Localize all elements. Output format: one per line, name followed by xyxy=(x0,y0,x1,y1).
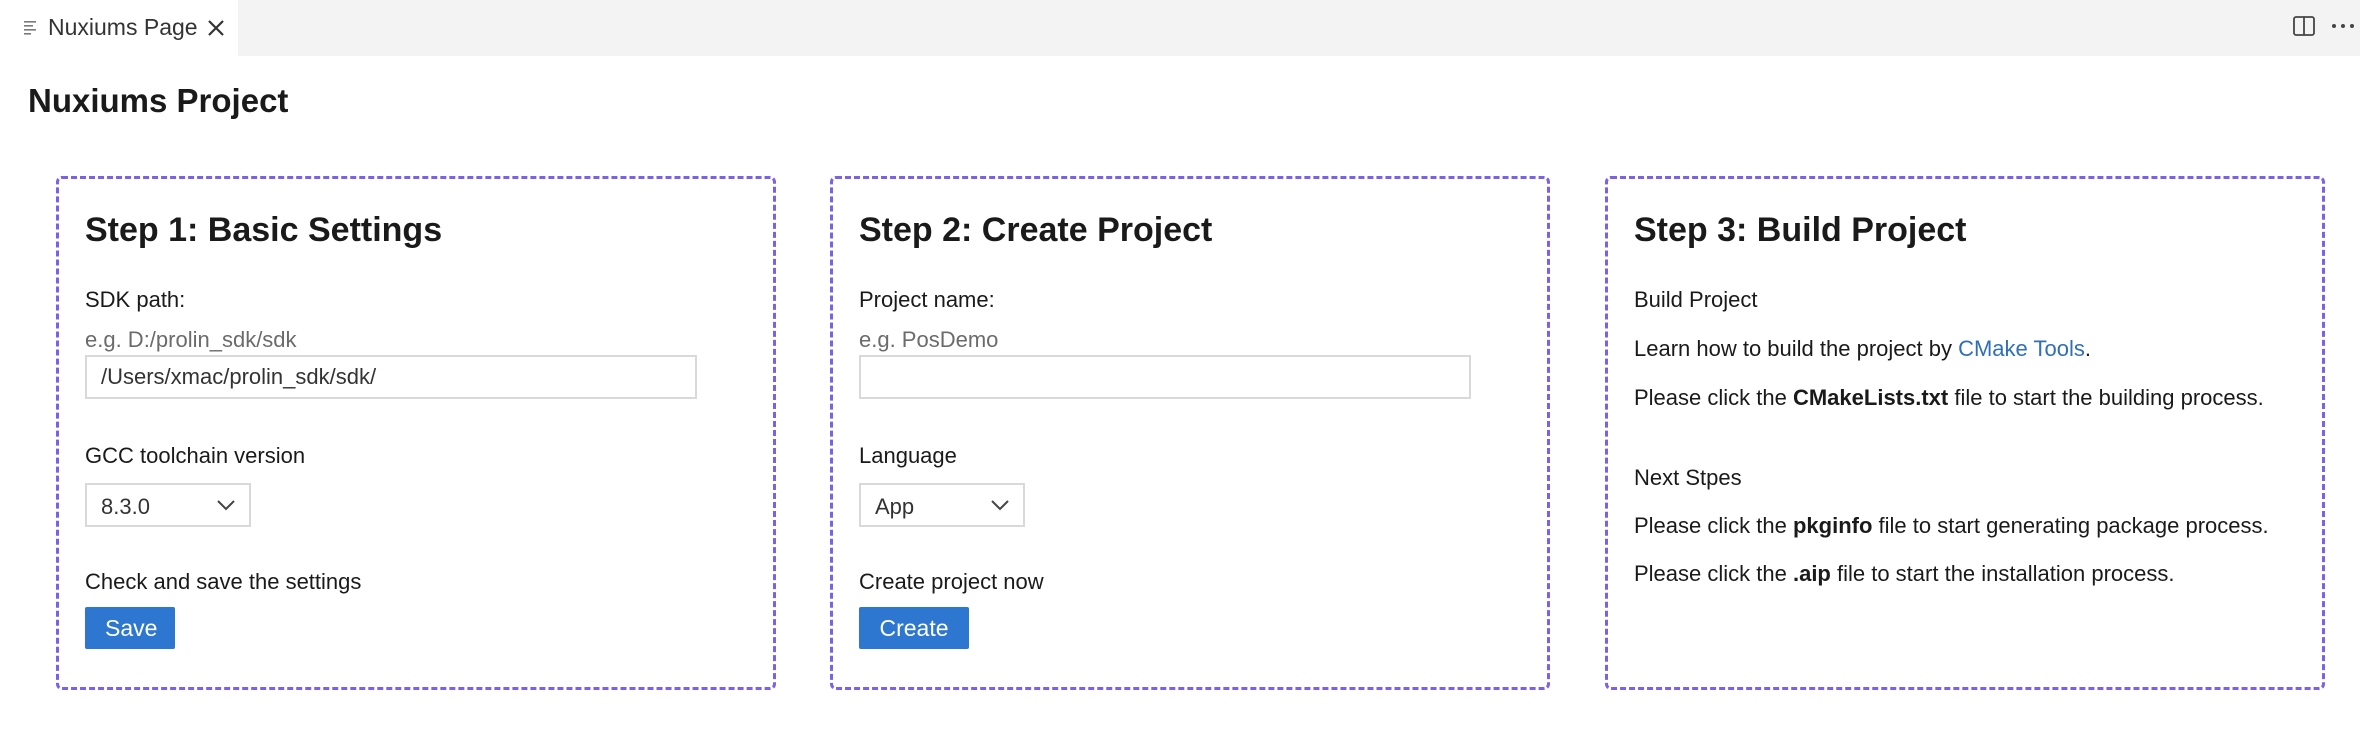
pkg-suffix: file to start generating package process… xyxy=(1872,513,2269,538)
learn-build-text: Learn how to build the project by CMake … xyxy=(1634,336,2091,362)
more-actions-icon[interactable] xyxy=(2330,14,2356,38)
chevron-down-icon xyxy=(217,500,235,511)
gcc-version-value: 8.3.0 xyxy=(101,494,150,519)
step2-heading: Step 2: Create Project xyxy=(859,211,1213,249)
sdk-path-label: SDK path: xyxy=(85,287,186,312)
cmake-suffix: file to start the building process. xyxy=(1948,385,2264,410)
build-project-title: Build Project xyxy=(1634,287,1758,312)
create-button[interactable]: Create xyxy=(859,607,969,649)
language-label: Language xyxy=(859,443,957,468)
language-value: App xyxy=(875,494,915,519)
close-icon[interactable] xyxy=(204,16,228,40)
project-name-hint: e.g. PosDemo xyxy=(859,327,999,352)
save-button[interactable]: Save xyxy=(85,607,175,649)
pkg-prefix: Please click the xyxy=(1634,513,1793,538)
step3-card: Step 3: Build Project Build Project Lear… xyxy=(1605,176,2325,690)
cmake-instruction: Please click the CMakeLists.txt file to … xyxy=(1634,385,2264,411)
aip-prefix: Please click the xyxy=(1634,561,1793,586)
step1-card: Step 1: Basic Settings SDK path: e.g. D:… xyxy=(56,176,776,690)
aip-file-name: .aip xyxy=(1792,561,1831,586)
chevron-down-icon xyxy=(991,500,1009,511)
tab-title: Nuxiums Page xyxy=(48,14,198,40)
cmake-prefix: Please click the xyxy=(1634,385,1793,410)
next-steps-title: Next Stpes xyxy=(1634,465,1742,490)
save-settings-label: Check and save the settings xyxy=(85,569,362,594)
aip-instruction: Please click the .aip file to start the … xyxy=(1634,561,2175,587)
gcc-version-label: GCC toolchain version xyxy=(85,443,306,468)
split-editor-icon[interactable] xyxy=(2292,14,2316,38)
cmake-file-name: CMakeLists.txt xyxy=(1792,385,1949,410)
aip-suffix: file to start the installation process. xyxy=(1830,561,2175,586)
project-name-label: Project name: xyxy=(859,287,995,312)
pkginfo-instruction: Please click the pkginfo file to start g… xyxy=(1634,513,2269,539)
step2-card: Step 2: Create Project Project name: e.g… xyxy=(830,176,1550,690)
project-name-input[interactable] xyxy=(859,355,1471,399)
tab-nuxiums-page[interactable]: Nuxiums Page xyxy=(0,0,238,56)
preview-lines-icon xyxy=(24,21,36,35)
learn-suffix: . xyxy=(2084,336,2091,361)
sdk-path-hint: e.g. D:/prolin_sdk/sdk xyxy=(85,327,297,352)
cmake-tools-link[interactable]: CMake Tools xyxy=(1958,336,2085,361)
sdk-path-input[interactable] xyxy=(85,355,697,399)
pkginfo-file-name: pkginfo xyxy=(1792,513,1873,538)
page-title: Nuxiums Project xyxy=(28,82,289,119)
step1-heading: Step 1: Basic Settings xyxy=(85,211,443,249)
editor-tab-bar: Nuxiums Page xyxy=(0,0,2360,56)
gcc-version-select[interactable]: 8.3.0 xyxy=(85,483,251,527)
create-project-label: Create project now xyxy=(859,569,1044,594)
step3-heading: Step 3: Build Project xyxy=(1634,211,1967,249)
language-select[interactable]: App xyxy=(859,483,1025,527)
learn-prefix: Learn how to build the project by xyxy=(1634,336,1959,361)
